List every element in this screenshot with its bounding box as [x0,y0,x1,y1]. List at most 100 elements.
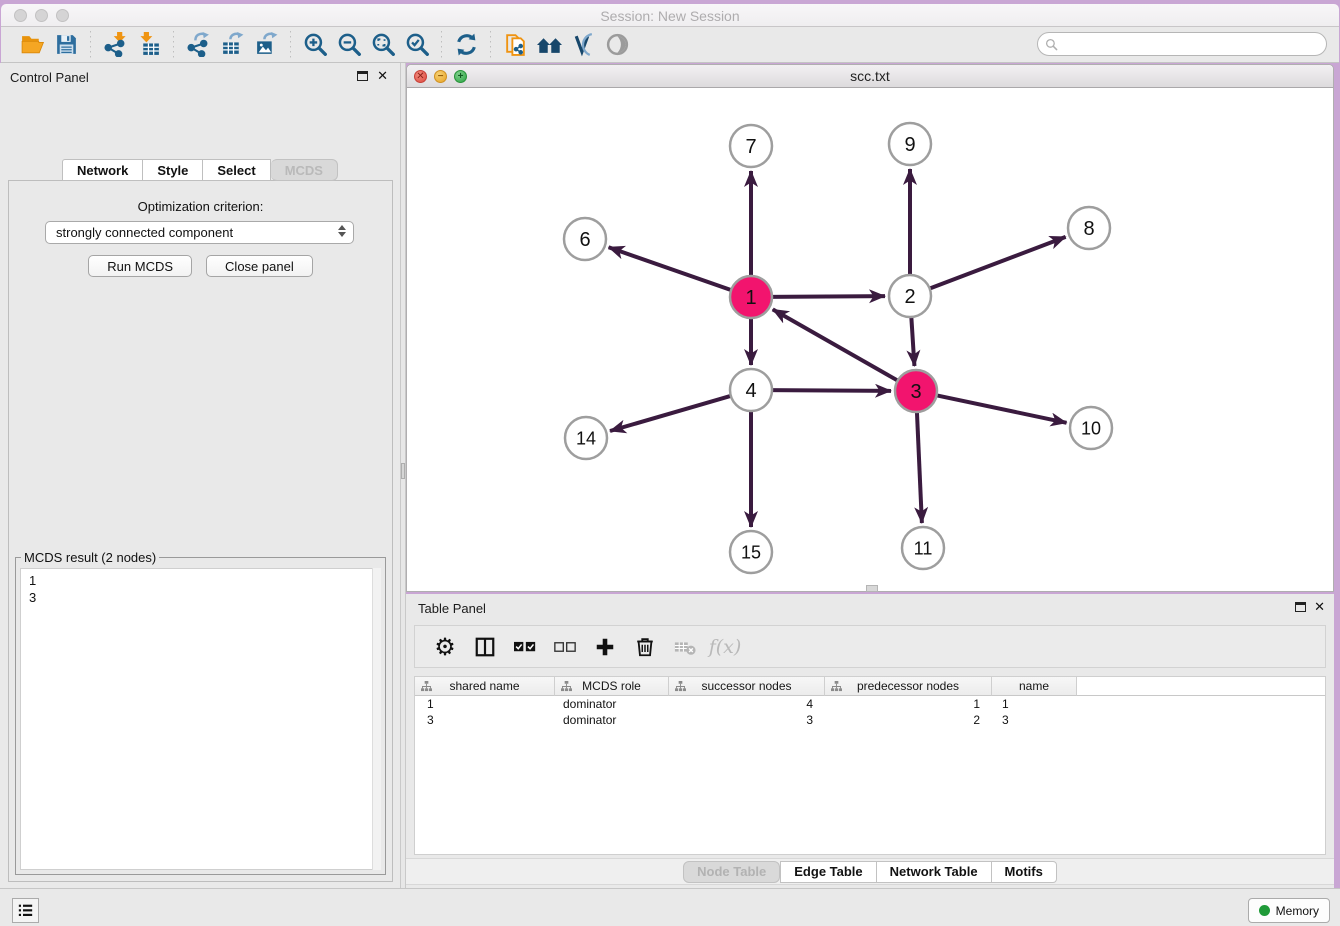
network-resize-grip[interactable] [866,585,878,592]
network-view-window: ✕ − + scc.txt 7968124314101511 [406,64,1334,592]
result-scrollbar[interactable] [372,568,381,870]
task-history-button[interactable] [12,898,39,923]
graph-node-label-15: 15 [741,542,761,562]
cell-mcds-role[interactable]: dominator [555,712,669,728]
graph-node-label-2: 2 [904,286,915,308]
tab-motifs[interactable]: Motifs [992,861,1057,883]
graph-edge-2-3[interactable] [911,315,914,366]
graph-edge-3-10[interactable] [935,395,1067,423]
hide-selected-icon[interactable] [600,30,634,60]
graph-node-label-3: 3 [910,381,921,403]
close-panel-button[interactable]: Close panel [206,255,313,277]
cell-successor-nodes[interactable]: 3 [669,712,825,728]
column-header-shared-name[interactable]: shared name [415,677,555,696]
graph-node-label-14: 14 [576,428,596,448]
export-image-icon[interactable] [249,30,283,60]
tab-network[interactable]: Network [62,159,143,181]
graph-edge-1-2[interactable] [770,296,885,297]
column-type-icon [561,681,572,692]
control-panel-title: Control Panel [10,70,89,85]
cell-shared-name[interactable]: 3 [415,712,555,728]
graph-node-label-10: 10 [1081,418,1101,438]
close-panel-icon[interactable]: ✕ [377,68,388,84]
import-table-icon[interactable] [132,30,166,60]
refresh-view-icon[interactable] [449,30,483,60]
column-header-name[interactable]: name [992,677,1077,696]
splitter-grip[interactable] [401,463,405,479]
run-mcds-button[interactable]: Run MCDS [88,255,192,277]
tab-node-table[interactable]: Node Table [683,861,780,883]
tab-select[interactable]: Select [203,159,270,181]
zoom-in-icon[interactable] [298,30,332,60]
cell-name[interactable]: 3 [992,712,1077,728]
network-window-titlebar: ✕ − + scc.txt [407,65,1333,88]
open-session-icon[interactable] [15,30,49,60]
select-all-checkboxes-icon[interactable] [507,630,543,664]
column-header-mcds-role[interactable]: MCDS role [555,677,669,696]
zoom-selected-icon[interactable] [400,30,434,60]
search-icon [1045,38,1058,51]
mcds-tab-content: Optimization criterion: strongly connect… [8,180,393,882]
graph-edge-2-8[interactable] [928,237,1066,289]
toolbar-separator [90,31,91,59]
toolbar-separator [290,31,291,59]
zoom-fit-icon[interactable] [366,30,400,60]
clone-network-icon[interactable] [498,30,532,60]
graph-node-label-7: 7 [745,136,756,158]
float-table-panel-icon[interactable] [1295,602,1306,612]
tab-style[interactable]: Style [143,159,203,181]
mcds-result-text[interactable]: 1 3 [20,568,381,870]
column-header-predecessor-nodes[interactable]: predecessor nodes [825,677,992,696]
column-header-successor-nodes[interactable]: successor nodes [669,677,825,696]
control-panel-tabs: Network Style Select MCDS [0,159,400,181]
search-input[interactable] [1058,35,1326,53]
split-view-icon[interactable] [467,630,503,664]
cell-successor-nodes[interactable]: 4 [669,696,825,712]
column-type-icon [421,681,432,692]
save-session-icon[interactable] [49,30,83,60]
window-title: Session: New Session [1,8,1339,24]
table-row[interactable]: 3 dominator 3 2 3 [415,712,1325,728]
mcds-result-group: MCDS result (2 nodes) 1 3 [15,557,386,875]
table-row[interactable]: 1 dominator 4 1 1 [415,696,1325,712]
delete-column-icon[interactable] [627,630,663,664]
close-table-panel-icon[interactable]: ✕ [1314,599,1325,615]
float-panel-icon[interactable] [357,71,368,81]
graph-edge-4-14[interactable] [610,395,733,431]
application-window: Session: New Session [0,0,1340,926]
deselect-all-checkboxes-icon[interactable] [547,630,583,664]
add-column-icon[interactable] [587,630,623,664]
home-view-icon[interactable] [532,30,566,60]
tab-edge-table[interactable]: Edge Table [780,861,876,883]
graph-edge-4-3[interactable] [770,390,891,391]
cell-predecessor-nodes[interactable]: 1 [825,696,992,712]
export-network-icon[interactable] [181,30,215,60]
cell-predecessor-nodes[interactable]: 2 [825,712,992,728]
graph-edge-3-11[interactable] [917,410,922,523]
mcds-result-title: MCDS result (2 nodes) [21,550,159,565]
search-field[interactable] [1037,32,1327,56]
graph-edge-3-1[interactable] [773,309,900,381]
export-table-icon[interactable] [215,30,249,60]
network-canvas[interactable]: 7968124314101511 [407,88,1333,590]
graph-edge-1-6[interactable] [609,247,733,290]
style-preview-icon[interactable] [566,30,600,60]
criterion-value: strongly connected component [56,225,233,240]
node-table[interactable]: shared name MCDS role successor nodes pr… [414,676,1326,855]
criterion-dropdown[interactable]: strongly connected component [45,221,354,244]
tab-mcds[interactable]: MCDS [271,159,338,181]
graph-node-label-8: 8 [1083,218,1094,240]
cell-shared-name[interactable]: 1 [415,696,555,712]
column-settings-icon[interactable]: ⚙ [427,630,463,664]
cell-name[interactable]: 1 [992,696,1077,712]
table-panel: Table Panel ✕ ⚙ f( [406,594,1334,888]
cell-mcds-role[interactable]: dominator [555,696,669,712]
import-network-icon[interactable] [98,30,132,60]
memory-label: Memory [1276,904,1319,918]
function-builder-icon: f(x) [707,630,743,664]
cell-filler [1077,696,1325,712]
memory-button[interactable]: Memory [1248,898,1330,923]
tab-network-table[interactable]: Network Table [877,861,992,883]
table-tabs-bar: Node Table Edge Table Network Table Moti… [406,858,1334,885]
zoom-out-icon[interactable] [332,30,366,60]
